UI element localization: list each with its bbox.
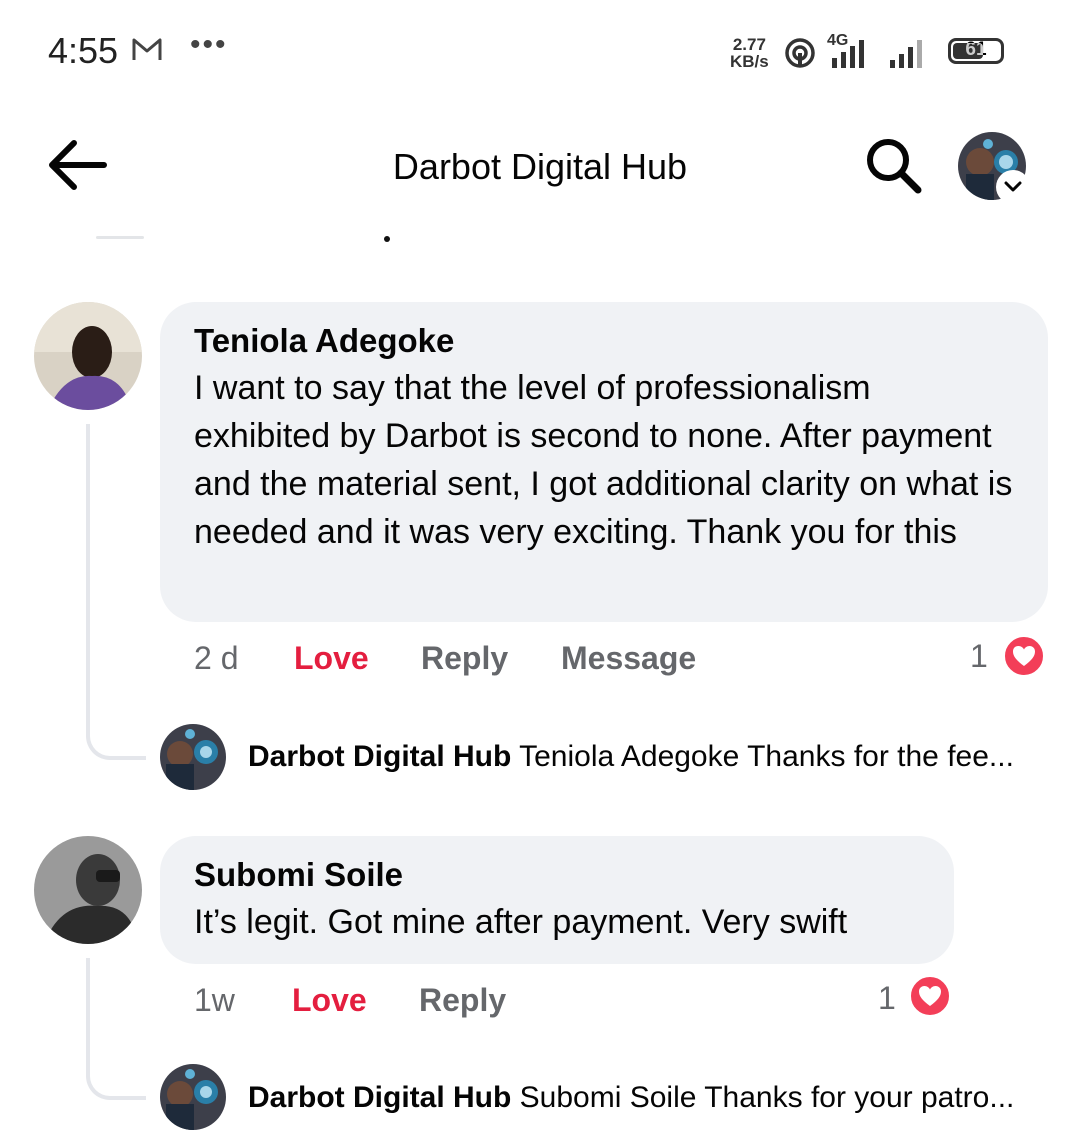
love-button[interactable]: Love (292, 982, 367, 1019)
reply-avatar[interactable] (160, 724, 226, 790)
reply-author[interactable]: Darbot Digital Hub (248, 1081, 511, 1114)
reply-button[interactable]: Reply (419, 982, 506, 1019)
previous-comment-remnant (384, 236, 390, 242)
comment-bubble[interactable]: Subomi Soile It’s legit. Got mine after … (160, 836, 954, 964)
battery-level: 61 (965, 39, 987, 60)
network-speed-value: 2.77 (732, 35, 766, 54)
love-button[interactable]: Love (294, 640, 369, 677)
commenter-avatar[interactable] (34, 302, 142, 410)
comment-timestamp[interactable]: 1w (194, 982, 235, 1019)
status-time: 4:55 (48, 30, 119, 71)
signal-icon-2 (890, 40, 922, 68)
network-speed: 2.77 KB/s (730, 36, 769, 70)
reply-avatar[interactable] (160, 1064, 226, 1130)
comment-timestamp[interactable]: 2 d (194, 640, 238, 677)
heart-reaction-icon[interactable] (1002, 634, 1046, 678)
gmail-icon (132, 38, 162, 60)
comment-author[interactable]: Subomi Soile (194, 856, 922, 894)
comment-bubble[interactable]: Teniola Adegoke I want to say that the l… (160, 302, 1048, 622)
previous-thread-line (96, 236, 144, 239)
reaction-count[interactable]: 1 (878, 980, 896, 1017)
comment-text: It’s legit. Got mine after payment. Very… (194, 903, 848, 941)
reply-preview[interactable]: Darbot Digital Hub Subomi Soile Thanks f… (248, 1081, 1048, 1115)
reply-button[interactable]: Reply (421, 640, 508, 677)
signal-icon (832, 40, 864, 68)
search-icon[interactable] (864, 136, 922, 194)
commenter-avatar[interactable] (34, 836, 142, 944)
thread-connector (86, 424, 146, 760)
hotspot-icon (785, 38, 815, 68)
reply-text: Teniola Adegoke Thanks for the fee... (519, 740, 1014, 773)
chevron-down-icon[interactable] (996, 170, 1030, 204)
thread-connector (86, 958, 146, 1100)
reply-text: Subomi Soile Thanks for your patro... (519, 1081, 1015, 1114)
battery-icon: 61 (948, 38, 1004, 64)
comment-author[interactable]: Teniola Adegoke (194, 322, 1016, 360)
reply-author[interactable]: Darbot Digital Hub (248, 740, 511, 773)
network-speed-unit: KB/s (730, 52, 769, 71)
message-button[interactable]: Message (561, 640, 696, 677)
reaction-count[interactable]: 1 (970, 638, 988, 675)
heart-reaction-icon[interactable] (908, 974, 952, 1018)
reply-preview[interactable]: Darbot Digital Hub Teniola Adegoke Thank… (248, 740, 1048, 774)
more-dots-icon: ••• (190, 28, 228, 61)
comment-text: I want to say that the level of professi… (194, 369, 1013, 551)
